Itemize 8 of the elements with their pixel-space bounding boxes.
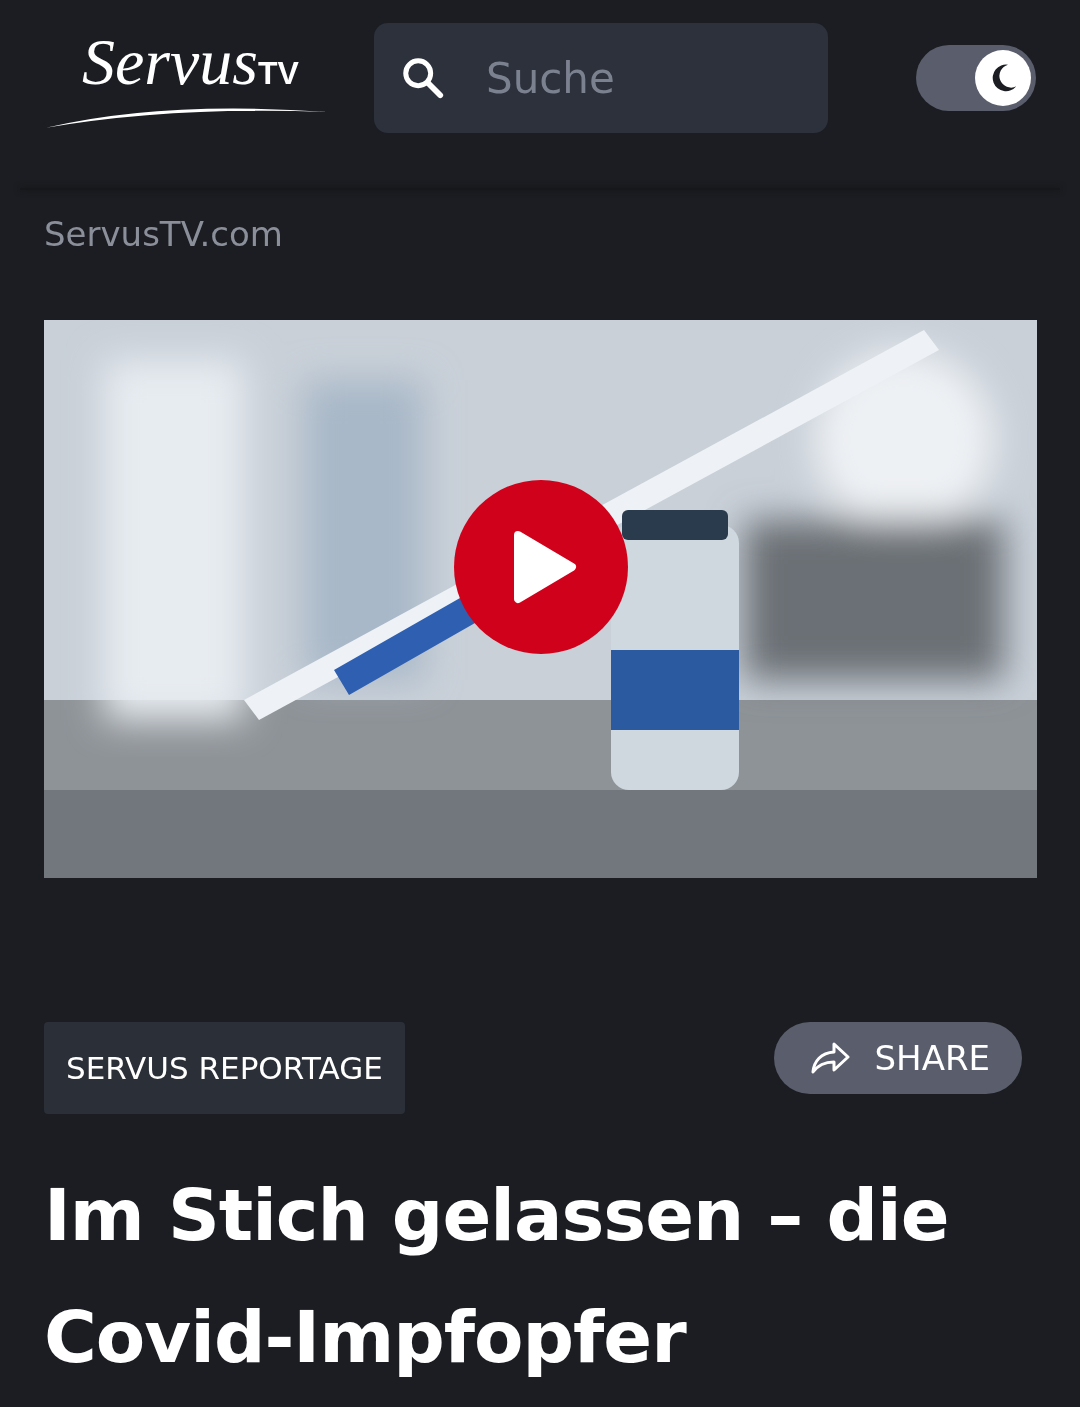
share-icon: [810, 1041, 851, 1075]
logo-link[interactable]: ServusTV: [44, 26, 330, 130]
category-tag[interactable]: SERVUS REPORTAGE: [44, 1022, 405, 1114]
search-field[interactable]: Suche: [374, 23, 828, 133]
play-button[interactable]: [454, 480, 628, 654]
breadcrumb-link[interactable]: ServusTV.com: [44, 214, 283, 254]
share-button[interactable]: SHARE: [774, 1022, 1022, 1094]
article-title: Im Stich gelassen – die Covid-Impfopfer: [44, 1172, 950, 1381]
